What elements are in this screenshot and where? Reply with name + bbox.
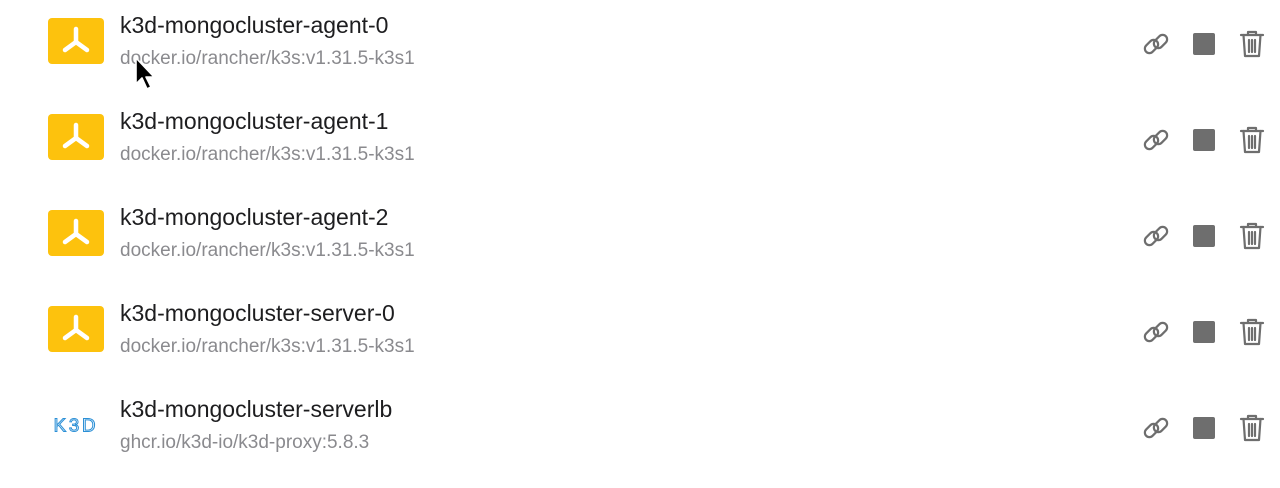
open-link-button[interactable] (1140, 316, 1172, 348)
open-link-button[interactable] (1140, 28, 1172, 60)
container-name: k3d-mongocluster-serverlb (120, 396, 393, 422)
row-actions (1140, 28, 1270, 60)
delete-button[interactable] (1236, 412, 1268, 444)
stop-button[interactable] (1188, 28, 1220, 60)
container-image: docker.io/rancher/k3s:v1.31.5-k3s1 (120, 240, 415, 261)
row-actions (1140, 124, 1270, 156)
open-link-button[interactable] (1140, 124, 1172, 156)
k3d-logo-icon: K3D (48, 402, 104, 448)
stop-icon (1193, 129, 1215, 151)
container-row-agent-2[interactable]: k3d-mongocluster-agent-2 docker.io/ranch… (0, 192, 1280, 288)
trash-icon (1239, 318, 1265, 346)
container-name: k3d-mongocluster-agent-1 (120, 108, 389, 134)
stop-icon (1193, 225, 1215, 247)
container-name: k3d-mongocluster-server-0 (120, 300, 395, 326)
container-image: docker.io/rancher/k3s:v1.31.5-k3s1 (120, 336, 415, 357)
link-icon (1143, 321, 1169, 343)
k3s-logo-icon (48, 18, 104, 64)
k3s-logo-icon (48, 210, 104, 256)
container-row-serverlb[interactable]: K3D k3d-mongocluster-serverlb ghcr.io/k3… (0, 384, 1280, 480)
container-name: k3d-mongocluster-agent-0 (120, 12, 389, 38)
stop-icon (1193, 417, 1215, 439)
link-icon (1143, 417, 1169, 439)
stop-button[interactable] (1188, 220, 1220, 252)
svg-text:K3D: K3D (54, 415, 99, 436)
link-icon (1143, 33, 1169, 55)
delete-button[interactable] (1236, 220, 1268, 252)
link-icon (1143, 129, 1169, 151)
row-actions (1140, 316, 1270, 348)
container-image: ghcr.io/k3d-io/k3d-proxy:5.8.3 (120, 432, 370, 453)
stop-button[interactable] (1188, 124, 1220, 156)
container-row-agent-0[interactable]: k3d-mongocluster-agent-0 docker.io/ranch… (0, 0, 1280, 96)
trash-icon (1239, 30, 1265, 58)
stop-button[interactable] (1188, 412, 1220, 444)
container-image: docker.io/rancher/k3s:v1.31.5-k3s1 (120, 48, 415, 69)
trash-icon (1239, 126, 1265, 154)
link-icon (1143, 225, 1169, 247)
k3s-logo-icon (48, 306, 104, 352)
open-link-button[interactable] (1140, 220, 1172, 252)
container-list: k3d-mongocluster-agent-0 docker.io/ranch… (0, 0, 1280, 488)
container-row-server-0[interactable]: k3d-mongocluster-server-0 docker.io/ranc… (0, 288, 1280, 384)
k3s-logo-icon (48, 114, 104, 160)
row-actions (1140, 220, 1270, 252)
delete-button[interactable] (1236, 28, 1268, 60)
delete-button[interactable] (1236, 124, 1268, 156)
trash-icon (1239, 222, 1265, 250)
delete-button[interactable] (1236, 316, 1268, 348)
stop-icon (1193, 33, 1215, 55)
stop-icon (1193, 321, 1215, 343)
row-actions (1140, 412, 1270, 444)
container-name: k3d-mongocluster-agent-2 (120, 204, 389, 230)
open-link-button[interactable] (1140, 412, 1172, 444)
trash-icon (1239, 414, 1265, 442)
stop-button[interactable] (1188, 316, 1220, 348)
container-row-agent-1[interactable]: k3d-mongocluster-agent-1 docker.io/ranch… (0, 96, 1280, 192)
container-image: docker.io/rancher/k3s:v1.31.5-k3s1 (120, 144, 415, 165)
